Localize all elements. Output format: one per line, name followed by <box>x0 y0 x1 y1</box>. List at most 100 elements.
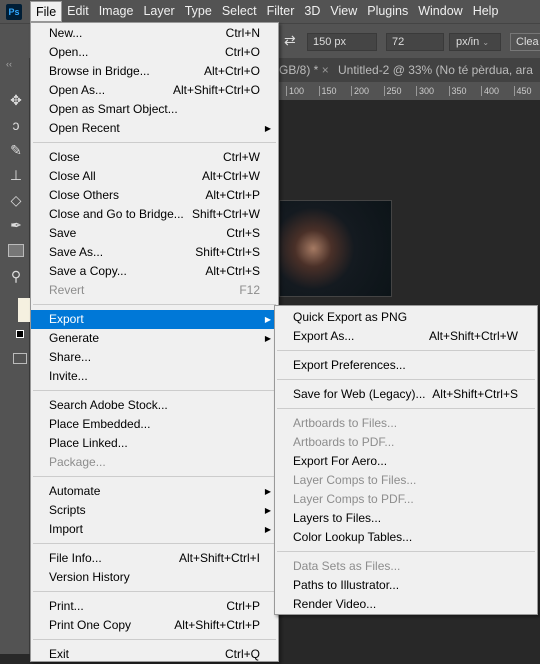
menu-3d[interactable]: 3D <box>299 1 325 22</box>
menu-item-place-linked[interactable]: Place Linked... <box>31 434 278 453</box>
submenu-arrow-icon: ▶ <box>264 506 271 515</box>
lasso-tool-icon[interactable]: ↄ <box>8 117 24 133</box>
menu-item-label: Close All <box>49 169 96 183</box>
menu-bar: Ps File Edit Image Layer Type Select Filter 3D V… <box>0 0 540 23</box>
menu-item-search-adobe-stock[interactable]: Search Adobe Stock... <box>31 396 278 415</box>
menu-image[interactable]: Image <box>94 1 139 22</box>
menu-view[interactable]: View <box>325 1 362 22</box>
stamp-tool-icon[interactable]: ⊥ <box>8 167 24 183</box>
menu-item-label: Generate <box>49 331 100 345</box>
menu-filter[interactable]: Filter <box>262 1 300 22</box>
unit-select[interactable]: px/in ⌄ <box>449 33 501 51</box>
menu-item-label: Place Embedded... <box>49 417 151 431</box>
menu-item-shortcut: Ctrl+N <box>225 26 260 40</box>
menu-separator <box>31 587 278 597</box>
menu-window[interactable]: Window <box>413 1 467 22</box>
menu-separator <box>275 547 537 557</box>
menu-item-export-preferences[interactable]: Export Preferences... <box>275 356 537 375</box>
menu-plugins[interactable]: Plugins <box>362 1 413 22</box>
menu-item-save-as[interactable]: Save As... Shift+Ctrl+S <box>31 243 278 262</box>
clear-button[interactable]: Clea <box>510 33 540 51</box>
menu-item-shortcut: Alt+Ctrl+W <box>201 169 260 183</box>
menu-item-close-others[interactable]: Close Others Alt+Ctrl+P <box>31 186 278 205</box>
menu-item-package: Package... <box>31 453 278 472</box>
menu-item-export-as[interactable]: Export As... Alt+Shift+Ctrl+W <box>275 327 537 346</box>
menu-item-scripts[interactable]: Scripts ▶ <box>31 501 278 520</box>
width-field[interactable]: 150 px <box>307 33 377 51</box>
menu-item-layer-comps-to-pdf: Layer Comps to PDF... <box>275 490 537 509</box>
menu-item-new[interactable]: New... Ctrl+N <box>31 24 278 43</box>
menu-help[interactable]: Help <box>468 1 504 22</box>
default-colors-icon[interactable] <box>16 330 24 338</box>
menu-item-paths-to-illustrator[interactable]: Paths to Illustrator... <box>275 576 537 595</box>
paint-bucket-tool-icon[interactable]: ◇ <box>8 192 24 208</box>
menu-item-save-a-copy[interactable]: Save a Copy... Alt+Ctrl+S <box>31 262 278 281</box>
menu-item-import[interactable]: Import ▶ <box>31 520 278 539</box>
menu-item-quick-export-as-png[interactable]: Quick Export as PNG <box>275 308 537 327</box>
menu-item-share[interactable]: Share... <box>31 348 278 367</box>
menu-item-invite[interactable]: Invite... <box>31 367 278 386</box>
menu-item-generate[interactable]: Generate ▶ <box>31 329 278 348</box>
menu-item-shortcut: Alt+Shift+Ctrl+P <box>174 618 260 632</box>
menu-item-label: Search Adobe Stock... <box>49 398 168 412</box>
menu-item-render-video[interactable]: Render Video... <box>275 595 537 614</box>
menu-item-export[interactable]: Export ▶ <box>31 310 278 329</box>
resolution-field[interactable]: 72 <box>386 33 444 51</box>
menu-item-label: Color Lookup Tables... <box>293 530 413 544</box>
menu-item-close[interactable]: Close Ctrl+W <box>31 148 278 167</box>
menu-item-label: Revert <box>49 283 85 297</box>
eyedropper-tool-icon[interactable]: ✎ <box>8 142 24 158</box>
menu-item-file-info[interactable]: File Info... Alt+Shift+Ctrl+I <box>31 549 278 568</box>
menu-item-close-all[interactable]: Close All Alt+Ctrl+W <box>31 167 278 186</box>
ruler-tick-label: 450 <box>513 86 532 96</box>
menu-type[interactable]: Type <box>180 1 217 22</box>
menu-item-print[interactable]: Print... Ctrl+P <box>31 597 278 616</box>
tab-label: GB/8) * <box>279 63 319 77</box>
rectangle-tool-icon[interactable] <box>8 244 24 257</box>
menu-item-data-sets-as-files: Data Sets as Files... <box>275 557 537 576</box>
submenu-arrow-icon: ▶ <box>264 315 271 324</box>
swap-icon[interactable]: ⇄ <box>284 32 296 49</box>
foreground-color-swatch[interactable] <box>18 298 30 322</box>
menu-item-open[interactable]: Open... Ctrl+O <box>31 43 278 62</box>
menu-item-export-for-aero[interactable]: Export For Aero... <box>275 452 537 471</box>
menu-item-open-recent[interactable]: Open Recent ▶ <box>31 119 278 138</box>
menu-item-close-and-go-to-bridge[interactable]: Close and Go to Bridge... Shift+Ctrl+W <box>31 205 278 224</box>
collapse-icon[interactable]: ‹‹ <box>6 59 12 69</box>
menu-item-label: Package... <box>49 455 106 469</box>
menu-item-browse-in-bridge[interactable]: Browse in Bridge... Alt+Ctrl+O <box>31 62 278 81</box>
close-icon[interactable]: × <box>322 63 329 77</box>
menu-item-label: Open Recent <box>49 121 120 135</box>
menu-separator <box>31 539 278 549</box>
menu-item-label: Share... <box>49 350 92 364</box>
menu-item-label: Exit <box>49 647 70 661</box>
menu-layer[interactable]: Layer <box>138 1 179 22</box>
tab-document-2[interactable]: Untitled-2 @ 33% (No té pèrdua, ara <box>338 63 533 77</box>
menu-select[interactable]: Select <box>217 1 262 22</box>
menu-item-exit[interactable]: Exit Ctrl+Q <box>31 645 278 664</box>
menu-item-label: Save a Copy... <box>49 264 127 278</box>
menu-item-save[interactable]: Save Ctrl+S <box>31 224 278 243</box>
chevron-down-icon: ⌄ <box>482 38 490 47</box>
zoom-tool-icon[interactable]: ⚲ <box>8 268 24 284</box>
menu-edit[interactable]: Edit <box>62 1 94 22</box>
move-tool-icon[interactable]: ✥ <box>8 92 24 108</box>
menu-item-version-history[interactable]: Version History <box>31 568 278 587</box>
menu-item-place-embedded[interactable]: Place Embedded... <box>31 415 278 434</box>
tab-document-1[interactable]: GB/8) * × <box>279 63 329 77</box>
pen-tool-icon[interactable]: ✒ <box>8 217 24 233</box>
menu-item-color-lookup-tables[interactable]: Color Lookup Tables... <box>275 528 537 547</box>
menu-item-label: Save for Web (Legacy)... <box>293 387 426 401</box>
menu-item-open-as-smart-object[interactable]: Open as Smart Object... <box>31 100 278 119</box>
menu-item-save-for-web-legacy[interactable]: Save for Web (Legacy)... Alt+Shift+Ctrl+S <box>275 385 537 404</box>
menu-item-layers-to-files[interactable]: Layers to Files... <box>275 509 537 528</box>
menu-item-revert: Revert F12 <box>31 281 278 300</box>
ruler-tick-label: 350 <box>448 86 467 96</box>
quick-mask-icon[interactable] <box>13 353 27 364</box>
menu-file[interactable]: File <box>30 1 63 22</box>
menu-item-open-as[interactable]: Open As... Alt+Shift+Ctrl+O <box>31 81 278 100</box>
menu-item-print-one-copy[interactable]: Print One Copy Alt+Shift+Ctrl+P <box>31 616 278 635</box>
menu-item-automate[interactable]: Automate ▶ <box>31 482 278 501</box>
menu-item-label: Artboards to Files... <box>293 416 398 430</box>
menu-item-label: Invite... <box>49 369 88 383</box>
